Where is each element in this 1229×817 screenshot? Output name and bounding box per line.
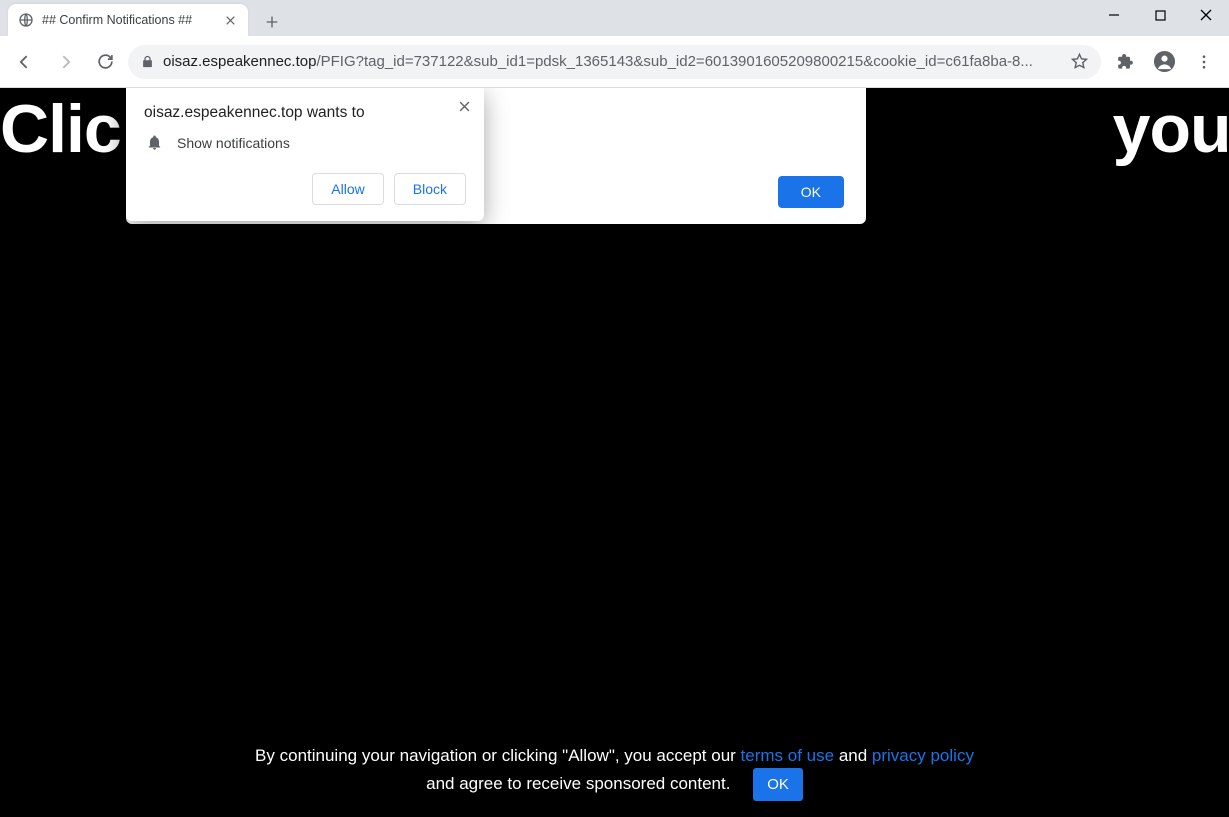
url-text: oisaz.espeakennec.top/PFIG?tag_id=737122… bbox=[163, 53, 1033, 70]
lock-icon[interactable] bbox=[140, 54, 155, 69]
minimize-button[interactable] bbox=[1091, 0, 1137, 30]
browser-tab[interactable]: ## Confirm Notifications ## bbox=[8, 4, 248, 36]
consent-text-line1: By continuing your navigation or clickin… bbox=[0, 746, 1229, 766]
consent-ok-button[interactable]: OK bbox=[753, 768, 803, 801]
bell-icon bbox=[146, 134, 163, 151]
window-controls bbox=[1091, 0, 1229, 30]
browser-toolbar: oisaz.espeakennec.top/PFIG?tag_id=737122… bbox=[0, 36, 1229, 88]
extensions-button[interactable] bbox=[1107, 45, 1141, 79]
tab-title: ## Confirm Notifications ## bbox=[42, 13, 222, 27]
address-bar[interactable]: oisaz.espeakennec.top/PFIG?tag_id=737122… bbox=[128, 45, 1101, 79]
profile-button[interactable] bbox=[1147, 45, 1181, 79]
forward-button bbox=[48, 45, 82, 79]
notification-permission-prompt: oisaz.espeakennec.top wants to Show noti… bbox=[126, 88, 484, 221]
allow-button[interactable]: Allow bbox=[312, 173, 383, 205]
consent-text-line2: and agree to receive sponsored content. … bbox=[0, 768, 1229, 801]
permission-item-label: Show notifications bbox=[177, 135, 290, 151]
consent-bar: By continuing your navigation or clickin… bbox=[0, 740, 1229, 817]
tab-close-button[interactable] bbox=[222, 12, 238, 28]
new-tab-button[interactable] bbox=[258, 8, 286, 36]
permission-title: oisaz.espeakennec.top wants to bbox=[144, 104, 466, 122]
permission-close-button[interactable] bbox=[454, 96, 474, 116]
close-window-button[interactable] bbox=[1183, 0, 1229, 30]
menu-button[interactable] bbox=[1187, 45, 1221, 79]
back-button[interactable] bbox=[8, 45, 42, 79]
permission-actions: Allow Block bbox=[144, 173, 466, 205]
terms-of-use-link[interactable]: terms of use bbox=[741, 746, 835, 765]
titlebar: ## Confirm Notifications ## bbox=[0, 0, 1229, 36]
alert-ok-button[interactable]: OK bbox=[778, 176, 844, 208]
permission-item-row: Show notifications bbox=[144, 134, 466, 151]
privacy-policy-link[interactable]: privacy policy bbox=[872, 746, 974, 765]
block-button[interactable]: Block bbox=[394, 173, 466, 205]
reload-button[interactable] bbox=[88, 45, 122, 79]
tabs-area: ## Confirm Notifications ## bbox=[0, 0, 286, 36]
bookmark-star-icon[interactable] bbox=[1070, 52, 1089, 71]
globe-icon bbox=[18, 12, 34, 28]
page-viewport: Click the "Allow" button to confirm you … bbox=[0, 88, 1229, 817]
maximize-button[interactable] bbox=[1137, 0, 1183, 30]
